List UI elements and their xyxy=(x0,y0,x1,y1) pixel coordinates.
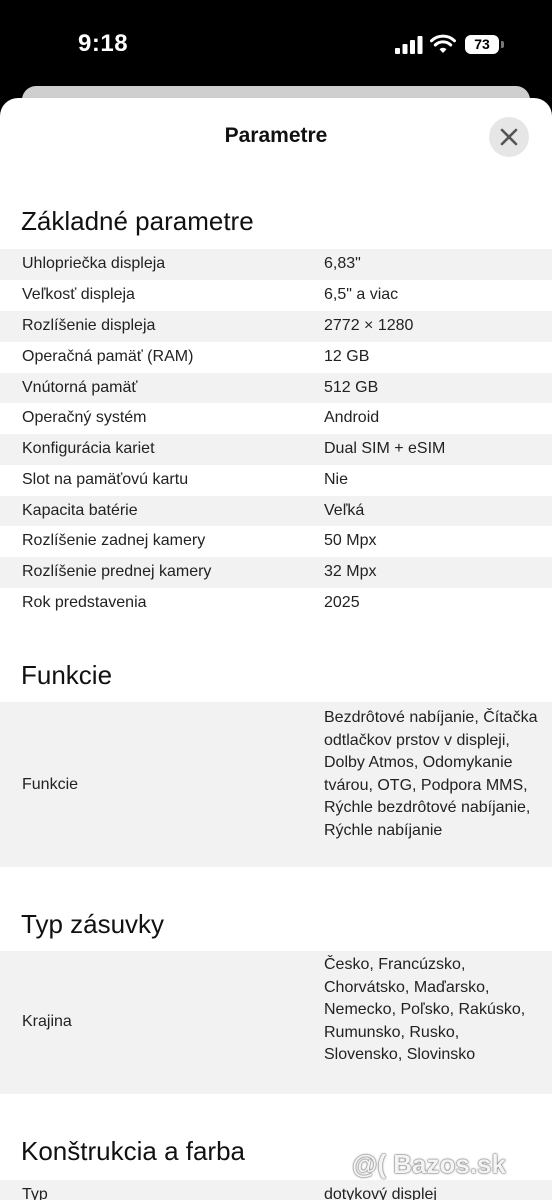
param-label: Rozlíšenie zadnej kamery xyxy=(22,532,206,549)
close-button[interactable] xyxy=(489,117,529,157)
param-value: 6,5" a viac xyxy=(324,286,399,303)
param-label: Rok predstavenia xyxy=(22,594,147,611)
bazos-watermark: @( Bazos.sk xyxy=(352,1149,506,1179)
param-label: Slot na pamäťovú kartu xyxy=(22,471,189,488)
table-row: Rozlíšenie prednej kamery 32 Mpx xyxy=(0,557,552,588)
param-value: Dual SIM + eSIM xyxy=(324,440,446,457)
sheet-title: Parametre xyxy=(224,124,328,147)
table-row: Slot na pamäťovú kartu Nie xyxy=(0,465,552,496)
param-value: 12 GB xyxy=(324,348,370,365)
param-value: Bezdrôtové nabíjanie, Čítačka odtlačkov … xyxy=(324,709,538,839)
param-value: Nie xyxy=(324,471,349,488)
table-row: Funkcie Bezdrôtové nabíjanie, Čítačka od… xyxy=(0,702,552,867)
param-label: Funkcie xyxy=(22,776,79,793)
param-value: Česko, Francúzsko, Chorvátsko, Maďarsko,… xyxy=(324,956,526,1063)
battery-level: 73 xyxy=(465,35,499,54)
table-row: Veľkosť displeja 6,5" a viac xyxy=(0,280,552,311)
section-title-socket: Typ zásuvky xyxy=(21,909,165,939)
status-time: 9:18 xyxy=(78,30,129,57)
param-value: 50 Mpx xyxy=(324,532,377,549)
table-row: Konfigurácia kariet Dual SIM + eSIM xyxy=(0,434,552,465)
section-title-construction: Konštrukcia a farba xyxy=(21,1136,246,1166)
param-label: Rozlíšenie prednej kamery xyxy=(22,563,212,580)
param-label: Operačná pamäť (RAM) xyxy=(22,348,194,365)
param-label: Typ xyxy=(22,1186,48,1200)
table-row: Krajina Česko, Francúzsko, Chorvátsko, M… xyxy=(0,951,552,1094)
param-value: 32 Mpx xyxy=(324,563,377,580)
param-label: Kapacita batérie xyxy=(22,502,138,519)
param-value: Android xyxy=(324,409,380,426)
section-title-features: Funkcie xyxy=(21,660,113,690)
cellular-signal-icon xyxy=(395,36,423,54)
table-row: Rozlíšenie displeja 2772 × 1280 xyxy=(0,311,552,342)
parameters-sheet: Parametre Základné parametre Uhlopriečka… xyxy=(0,98,552,1200)
table-row: Uhlopriečka displeja 6,83" xyxy=(0,249,552,280)
param-value: 512 GB xyxy=(324,379,379,396)
param-value: Veľká xyxy=(324,502,365,519)
close-icon xyxy=(500,128,518,146)
battery-icon: 73 xyxy=(465,35,505,55)
table-row: Vnútorná pamäť 512 GB xyxy=(0,373,552,403)
table-row: Rok predstavenia 2025 xyxy=(0,588,552,619)
param-value: 2772 × 1280 xyxy=(324,317,414,334)
param-label: Veľkosť displeja xyxy=(22,286,135,303)
section-title-basic: Základné parametre xyxy=(21,206,254,236)
param-label: Krajina xyxy=(22,1013,72,1030)
status-bar: 9:18 73 xyxy=(0,0,552,90)
table-row: Kapacita batérie Veľká xyxy=(0,496,552,526)
table-row: Operačná pamäť (RAM) 12 GB xyxy=(0,342,552,373)
param-label: Operačný systém xyxy=(22,409,147,426)
table-row: Rozlíšenie zadnej kamery 50 Mpx xyxy=(0,526,552,557)
param-label: Vnútorná pamäť xyxy=(22,379,138,396)
wifi-icon xyxy=(430,34,456,53)
param-label: Rozlíšenie displeja xyxy=(22,317,156,334)
param-value: 6,83" xyxy=(324,255,361,272)
param-value: 2025 xyxy=(324,594,360,611)
param-label: Konfigurácia kariet xyxy=(22,440,155,457)
param-label: Uhlopriečka displeja xyxy=(22,255,166,272)
table-row: Operačný systém Android xyxy=(0,403,552,434)
